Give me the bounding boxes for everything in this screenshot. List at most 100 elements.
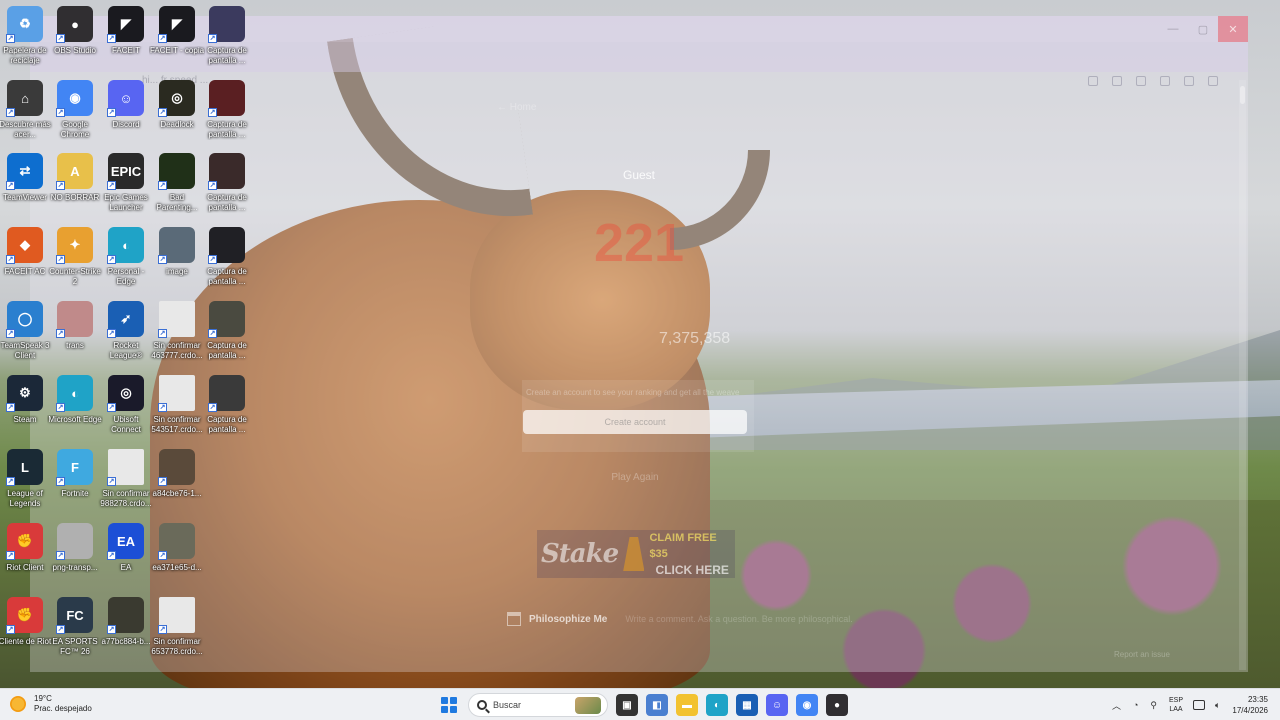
- desktop-icon[interactable]: ➶ ↗ Rocket League®: [101, 301, 151, 361]
- desktop-icon[interactable]: ↗ png-transp...: [50, 523, 100, 573]
- desktop-icon[interactable]: ◐ ↗ Personal - Edge: [101, 227, 151, 287]
- shortcut-arrow-icon: ↗: [208, 403, 217, 412]
- desktop-icon[interactable]: EPIC ↗ Epic Games Launcher: [101, 153, 151, 213]
- widgets-icon[interactable]: ◧: [646, 694, 668, 716]
- shortcut-arrow-icon: ↗: [158, 551, 167, 560]
- desktop-icon[interactable]: ♻ ↗ Papelera de reciclaje: [0, 6, 50, 66]
- desktop-icon[interactable]: ↗ a84cbe76-1...: [152, 449, 202, 499]
- clock[interactable]: 23:35 17/4/2026: [1232, 694, 1268, 716]
- desktop-icon[interactable]: ↗ Sin confirmar 463777.crdo...: [151, 301, 203, 361]
- desktop-icon-label: League of Legends: [7, 489, 43, 508]
- desktop-icon[interactable]: A ↗ NO BORRAR: [50, 153, 100, 203]
- shortcut-arrow-icon: ↗: [208, 108, 217, 117]
- taskbar-search[interactable]: Buscar: [468, 693, 608, 717]
- desktop-icon[interactable]: ↗ Captura de pantalla ...: [202, 375, 252, 435]
- pin-icon[interactable]: [1136, 76, 1146, 86]
- desktop-icon[interactable]: F ↗ Fortnite: [50, 449, 100, 499]
- monitor-icon[interactable]: [1193, 700, 1205, 710]
- store-icon[interactable]: ▦: [736, 694, 758, 716]
- screenshot-icon: ↗: [208, 6, 245, 43]
- shortcut-arrow-icon: ↗: [158, 329, 167, 338]
- obs-icon[interactable]: ●: [826, 694, 848, 716]
- volume-icon[interactable]: 🔈︎: [1215, 700, 1220, 711]
- stake-mascot-icon: [623, 537, 645, 571]
- desktop-icon[interactable]: ◎ ↗ Deadlock: [152, 80, 202, 130]
- desktop-icon[interactable]: ◤ ↗ FACEIT - copia: [150, 6, 204, 56]
- desktop-icon[interactable]: ↗ ea371e65-d...: [152, 523, 202, 573]
- desktop-icon[interactable]: ↗ image: [152, 227, 202, 277]
- ea-icon: EA ↗: [107, 523, 144, 560]
- desktop-icon-label: Microsoft Edge: [48, 415, 102, 424]
- desktop-icon[interactable]: ↗ Captura de pantalla ...: [202, 80, 252, 140]
- desktop-icon[interactable]: ✊ ↗ Riot Client: [0, 523, 50, 573]
- desktop-icon[interactable]: ↗ trans: [50, 301, 100, 351]
- desktop-icon[interactable]: ⇄ ↗ TeamViewer: [0, 153, 50, 203]
- desktop-icon[interactable]: ↗ Captura de pantalla ...: [202, 301, 252, 361]
- footer-brand[interactable]: Philosophize Me: [529, 614, 607, 625]
- desktop-icon[interactable]: ✦ ↗ Counter-Strike 2: [49, 227, 101, 287]
- network-icon[interactable]: ◔: [1133, 700, 1138, 710]
- edge-icon[interactable]: ◐: [706, 694, 728, 716]
- collections-icon[interactable]: [1160, 76, 1170, 86]
- desktop-icon[interactable]: ↗ Sin confirmar 988278.crdo...: [100, 449, 152, 509]
- desktop-icon[interactable]: ◤ ↗ FACEIT: [101, 6, 151, 56]
- desktop-icon[interactable]: EA ↗ EA: [101, 523, 151, 573]
- image-file-icon: ↗: [56, 523, 93, 560]
- desktop-icon[interactable]: ◉ ↗ Google Chrome: [50, 80, 100, 140]
- weather-widget[interactable]: 19°C Prac. despejado: [10, 694, 92, 714]
- desktop-icon[interactable]: ◎ ↗ Ubisoft Connect: [101, 375, 151, 435]
- create-account-button[interactable]: Create account: [523, 410, 747, 434]
- extension-icon[interactable]: [1088, 76, 1098, 86]
- desktop-icon[interactable]: ✊ ↗ Cliente de Riot: [0, 597, 52, 647]
- desktop-icon[interactable]: ↗ Captura de pantalla ...: [202, 227, 252, 287]
- desktop-icon[interactable]: ↗ Captura de pantalla ...: [202, 6, 252, 66]
- shortcut-arrow-icon: ↗: [208, 34, 217, 43]
- scrollbar-thumb[interactable]: [1240, 86, 1245, 104]
- search-placeholder: Buscar: [493, 700, 522, 710]
- desktop-icon[interactable]: ⌂ ↗ Descubre más acer...: [0, 80, 51, 140]
- chevron-up-icon[interactable]: ︿: [1112, 699, 1121, 712]
- home-link[interactable]: ← Home: [497, 102, 536, 113]
- maximize-button[interactable]: ▢: [1188, 16, 1218, 42]
- ubisoft-icon: ◎ ↗: [107, 375, 144, 412]
- stake-claim-text: CLAIM FREE $35: [649, 532, 717, 560]
- desktop-icon[interactable]: L ↗ League of Legends: [0, 449, 50, 509]
- microphone-icon[interactable]: ⚲: [1150, 700, 1157, 711]
- desktop-icon[interactable]: ↗ a77bc884-b...: [101, 597, 151, 647]
- temple-icon: [507, 612, 521, 626]
- file-icon: ↗: [158, 301, 195, 338]
- teamviewer-icon: ⇄ ↗: [6, 153, 43, 190]
- rocket-league-icon: ➶ ↗: [107, 301, 144, 338]
- teamspeak-icon: ◯ ↗: [6, 301, 43, 338]
- desktop-icon[interactable]: ● ↗ OBS Studio: [50, 6, 100, 56]
- file-explorer-icon[interactable]: ▬: [676, 694, 698, 716]
- report-link[interactable]: Report an issue: [1114, 650, 1170, 659]
- desktop-icon-label: Riot Client: [6, 563, 44, 572]
- desktop-icon[interactable]: ↗ Bad Parenting...: [152, 153, 202, 213]
- desktop-icon[interactable]: ⚙ ↗ Steam: [0, 375, 50, 425]
- start-button[interactable]: [438, 694, 460, 716]
- shortcut-arrow-icon: ↗: [107, 625, 116, 634]
- language-indicator[interactable]: ESP LAA: [1169, 696, 1183, 714]
- desktop-icon[interactable]: ↗ Sin confirmar 653778.crdo...: [151, 597, 203, 657]
- desktop-icon[interactable]: ◆ ↗ FACEIT AC: [0, 227, 50, 277]
- desktop-icon[interactable]: ↗ Captura de pantalla ...: [202, 153, 252, 213]
- desktop-icon-label: Cliente de Riot: [0, 637, 52, 646]
- task-view-icon[interactable]: ▣: [616, 694, 638, 716]
- stake-ad-banner[interactable]: Stake CLAIM FREE $35 CLICK HERE: [537, 530, 735, 578]
- discord-icon[interactable]: ☺: [766, 694, 788, 716]
- recycle-bin-icon: ♻ ↗: [6, 6, 43, 43]
- desktop-icon[interactable]: ◯ ↗ TeamSpeak 3 Client: [0, 301, 50, 361]
- desktop-icon-label: Deadlock: [160, 120, 194, 129]
- shield-icon[interactable]: [1112, 76, 1122, 86]
- close-button[interactable]: ✕: [1218, 16, 1248, 42]
- chrome-icon[interactable]: ◉: [796, 694, 818, 716]
- desktop-icon[interactable]: ↗ Sin confirmar 543517.crdo...: [151, 375, 203, 435]
- desktop-icon[interactable]: ☺ ↗ Discord: [101, 80, 151, 130]
- desktop-icon[interactable]: FC ↗ EA SPORTS FC™ 26: [50, 597, 100, 657]
- download-icon[interactable]: [1184, 76, 1194, 86]
- minimize-button[interactable]: —: [1158, 16, 1188, 42]
- more-icon[interactable]: [1208, 76, 1218, 86]
- clock-time: 23:35: [1247, 695, 1268, 704]
- desktop-icon[interactable]: ◐ ↗ Microsoft Edge: [48, 375, 102, 425]
